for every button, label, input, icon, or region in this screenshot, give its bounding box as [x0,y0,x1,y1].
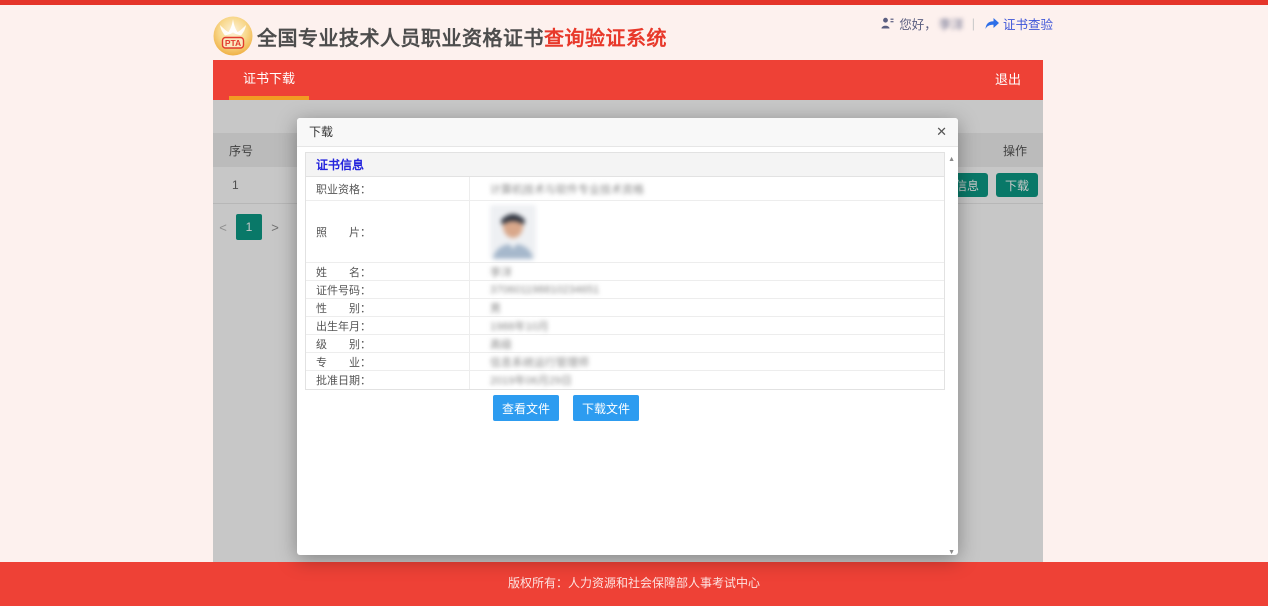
separator: | [972,17,975,31]
main-nav: 证书下载 退出 [213,60,1043,100]
top-accent-strip [0,0,1268,5]
scroll-up-icon[interactable]: ▲ [948,156,955,163]
username: 李洋 [939,14,964,33]
modal-title: 下载 [309,125,333,139]
field-value: 计算机技术与软件专业技术资格 [470,177,644,200]
field-label: 级 别： [306,335,470,352]
logout-button[interactable]: 退出 [995,60,1043,100]
modal-body: 证书信息 职业资格： 计算机技术与软件专业技术资格 照 片： [297,152,958,560]
field-value: 信息系统运行管理师 [470,353,589,370]
field-row-id-number: 证件号码： 370601198810234651 [306,281,944,299]
field-label: 批准日期： [306,371,470,389]
page-header: PTA 全国专业技术人员职业资格证书查询验证系统 您好， 李洋 | 证书查验 [213,12,1043,60]
field-value: 1988年10月 [470,317,549,334]
field-label: 证件号码： [306,281,470,298]
title-accent: 查询验证系统 [544,28,667,50]
field-row-approval-date: 批准日期： 2019年06月29日 [306,371,944,389]
logo-text: PTA [225,38,241,48]
user-icon [881,17,894,30]
share-arrow-icon [985,18,999,30]
field-value: 男 [470,299,501,316]
field-row-gender: 性 别： 男 [306,299,944,317]
field-label: 出生年月： [306,317,470,334]
download-file-button[interactable]: 下载文件 [573,395,639,421]
modal-titlebar: 下载 ✕ [297,118,958,147]
page-footer: 版权所有：人力资源和社会保障部人事考试中心 [0,562,1268,606]
scroll-down-icon[interactable]: ▼ [948,549,955,556]
field-label: 姓 名： [306,263,470,280]
copyright-text: 版权所有：人力资源和社会保障部人事考试中心 [0,562,1268,591]
field-label: 照 片： [306,201,470,262]
tab-cert-download[interactable]: 证书下载 [229,60,309,100]
field-row-photo: 照 片： [306,201,944,263]
field-label: 性 别： [306,299,470,316]
field-value: 李洋 [470,263,512,280]
pta-logo-icon: PTA [213,16,253,56]
close-icon[interactable]: ✕ [936,118,947,146]
page-title: 全国专业技术人员职业资格证书查询验证系统 [257,22,667,51]
field-row-major: 专 业： 信息系统运行管理师 [306,353,944,371]
field-row-birth: 出生年月： 1988年10月 [306,317,944,335]
field-value: 2019年06月29日 [470,371,572,389]
cert-verify-link[interactable]: 证书查验 [1003,14,1053,33]
cert-section-title: 证书信息 [306,153,944,177]
field-value: 370601198810234651 [470,281,599,298]
field-row-level: 级 别： 高级 [306,335,944,353]
greeting-text: 您好， [899,14,937,33]
field-label: 专 业： [306,353,470,370]
field-label: 职业资格： [306,177,470,200]
title-main: 全国专业技术人员职业资格证书 [257,28,544,50]
field-row-name: 姓 名： 李洋 [306,263,944,281]
user-area: 您好， 李洋 | 证书查验 [881,14,1053,33]
download-modal: 下载 ✕ 证书信息 职业资格： 计算机技术与软件专业技术资格 照 片： [297,118,958,555]
modal-actions: 查看文件 下载文件 [493,395,958,421]
field-value: 高级 [470,335,512,352]
field-row-qualification: 职业资格： 计算机技术与软件专业技术资格 [306,177,944,201]
field-value [470,201,536,262]
certificate-photo [490,205,536,259]
view-file-button[interactable]: 查看文件 [493,395,559,421]
cert-info-table: 证书信息 职业资格： 计算机技术与软件专业技术资格 照 片： [305,152,945,390]
